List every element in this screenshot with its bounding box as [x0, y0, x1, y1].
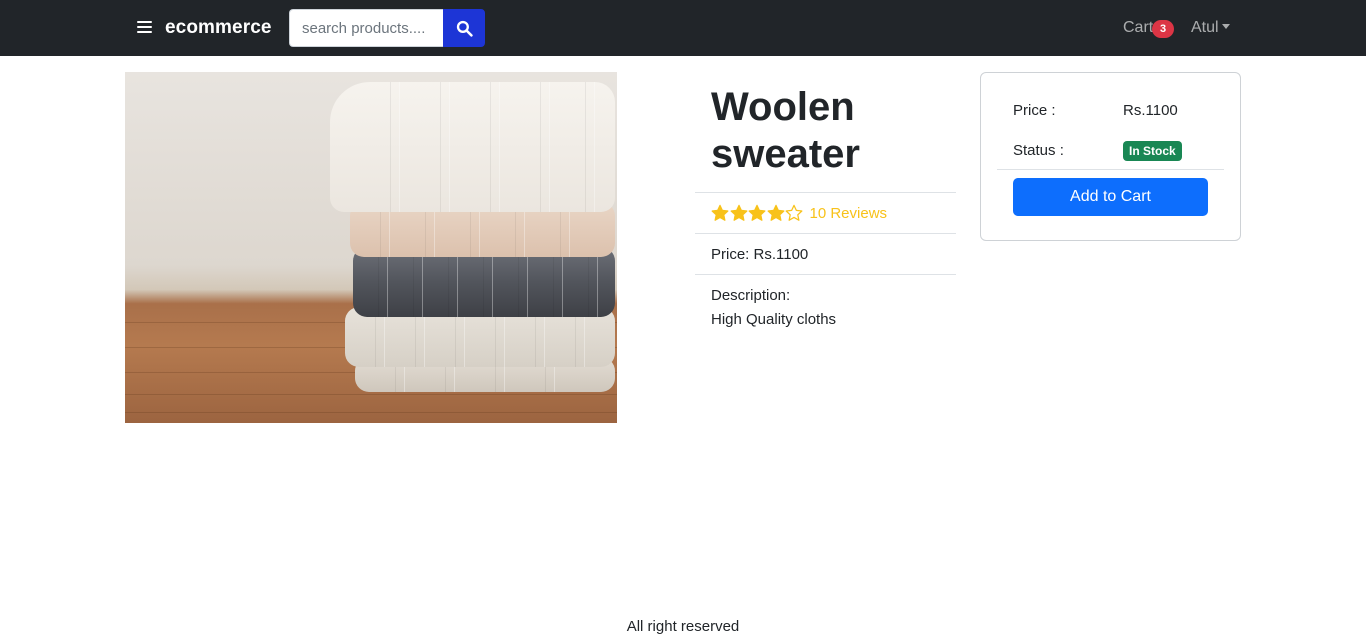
cart-count-badge: 3 — [1152, 20, 1174, 38]
product-rating: 10 Reviews — [711, 204, 887, 222]
divider — [695, 233, 956, 234]
star-empty-icon — [785, 204, 803, 221]
star-filled-icon — [730, 204, 747, 221]
brand-logo[interactable]: ecommerce — [165, 17, 272, 39]
card-price-label: Price : — [1013, 102, 1056, 119]
rating-stars — [711, 204, 804, 222]
product-description: High Quality cloths — [711, 311, 837, 328]
search-input[interactable] — [289, 9, 444, 47]
card-status-label: Status : — [1013, 142, 1064, 159]
divider — [695, 274, 956, 275]
star-filled-icon — [711, 204, 729, 221]
star-filled-icon — [748, 204, 766, 221]
user-menu-dropdown[interactable]: Atul — [1191, 19, 1230, 37]
hamburger-menu-icon[interactable] — [137, 21, 152, 35]
description-label: Description: — [711, 287, 791, 304]
cart-link[interactable]: Cart — [1123, 19, 1153, 37]
card-price-value: Rs.1100 — [1123, 102, 1178, 119]
divider — [997, 169, 1224, 170]
purchase-card: Price : Rs.1100 Status : In Stock Add to… — [980, 72, 1241, 241]
product-image — [125, 72, 617, 423]
product-title: Woolen sweater — [711, 85, 860, 176]
status-badge: In Stock — [1123, 141, 1182, 161]
search-icon — [456, 20, 473, 37]
star-filled-icon — [767, 204, 784, 221]
product-price: Price: Rs.1100 — [711, 246, 809, 263]
add-to-cart-button[interactable]: Add to Cart — [1013, 178, 1208, 216]
user-name: Atul — [1191, 19, 1219, 36]
reviews-link[interactable]: 10 Reviews — [810, 205, 888, 222]
divider — [695, 192, 956, 193]
caret-down-icon — [1221, 24, 1230, 29]
top-navbar: ecommerce Cart 3 Atul — [0, 0, 1366, 56]
search-button[interactable] — [443, 9, 485, 47]
footer-text: All right reserved — [626, 618, 740, 635]
